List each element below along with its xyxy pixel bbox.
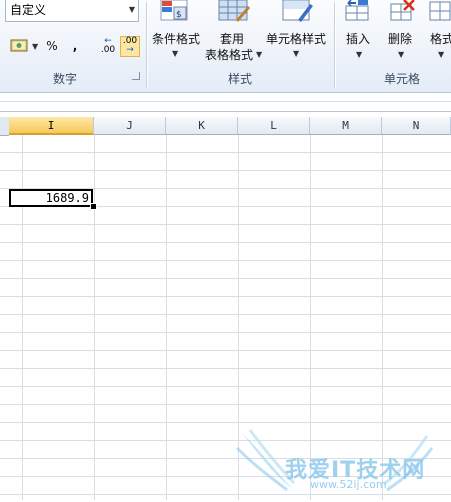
group-divider xyxy=(334,2,335,88)
watermark-url: www.52ij.com xyxy=(310,478,387,491)
formula-bar-area xyxy=(0,93,451,112)
divider xyxy=(0,101,451,102)
increase-decimal-button[interactable]: ← .00 xyxy=(98,37,118,57)
column-header-l[interactable]: L xyxy=(238,117,310,135)
chevron-down-icon[interactable]: ▼ xyxy=(256,50,262,59)
ribbon: 自定义 ▼ ▼ % , ← .00 .00 → 数字 $ 条件格式 ▼ 套用 表… xyxy=(0,0,451,93)
increase-decimal-label: .00 xyxy=(100,45,116,55)
format-as-table-button[interactable]: 表格格式 xyxy=(205,46,253,63)
group-label-number: 数字 xyxy=(53,72,78,86)
decrease-decimal-icon: → xyxy=(126,45,134,55)
column-header-j[interactable]: J xyxy=(94,117,166,135)
chevron-down-icon[interactable]: ▼ xyxy=(356,50,362,59)
number-format-dropdown[interactable]: 自定义 ▼ xyxy=(5,0,139,22)
cell-styles-button[interactable]: 单元格样式 xyxy=(266,30,326,47)
column-header-i[interactable]: I xyxy=(9,117,94,135)
currency-format-icon[interactable] xyxy=(10,38,30,58)
comma-button[interactable]: , xyxy=(68,37,82,55)
cell-styles-icon[interactable] xyxy=(282,0,314,28)
format-cells-icon[interactable] xyxy=(428,0,451,26)
currency-dropdown-icon[interactable]: ▼ xyxy=(32,42,38,51)
fill-handle[interactable] xyxy=(90,203,97,210)
chevron-down-icon: ▼ xyxy=(128,5,135,14)
active-cell[interactable]: 1689.9 xyxy=(9,189,93,207)
row-header-corner[interactable] xyxy=(0,117,9,136)
decrease-decimal-button[interactable]: .00 → xyxy=(120,36,140,57)
column-header-m[interactable]: M xyxy=(310,117,382,135)
chevron-down-icon[interactable]: ▼ xyxy=(438,50,444,59)
percent-button[interactable]: % xyxy=(44,37,60,55)
group-label-styles: 样式 xyxy=(228,72,253,86)
chevron-down-icon[interactable]: ▼ xyxy=(172,49,178,58)
column-header-n[interactable]: N xyxy=(382,117,451,135)
delete-cells-icon[interactable] xyxy=(389,0,417,26)
format-as-table-icon[interactable] xyxy=(218,0,250,28)
chevron-down-icon[interactable]: ▼ xyxy=(293,49,299,58)
format-as-table-line1[interactable]: 套用 xyxy=(220,30,244,47)
format-button[interactable]: 格式 xyxy=(430,30,451,47)
conditional-format-icon[interactable]: $ xyxy=(160,0,192,28)
conditional-format-button[interactable]: 条件格式 xyxy=(152,30,200,47)
delete-button[interactable]: 删除 xyxy=(388,30,412,47)
number-format-value: 自定义 xyxy=(10,3,47,17)
column-header-k[interactable]: K xyxy=(166,117,238,135)
group-divider xyxy=(146,2,147,88)
dialog-launcher-icon[interactable] xyxy=(132,72,140,80)
insert-cells-icon[interactable] xyxy=(344,0,372,26)
svg-text:$: $ xyxy=(176,10,182,20)
group-label-cells: 单元格 xyxy=(384,72,421,86)
chevron-down-icon[interactable]: ▼ xyxy=(398,50,404,59)
insert-button[interactable]: 插入 xyxy=(346,30,370,47)
